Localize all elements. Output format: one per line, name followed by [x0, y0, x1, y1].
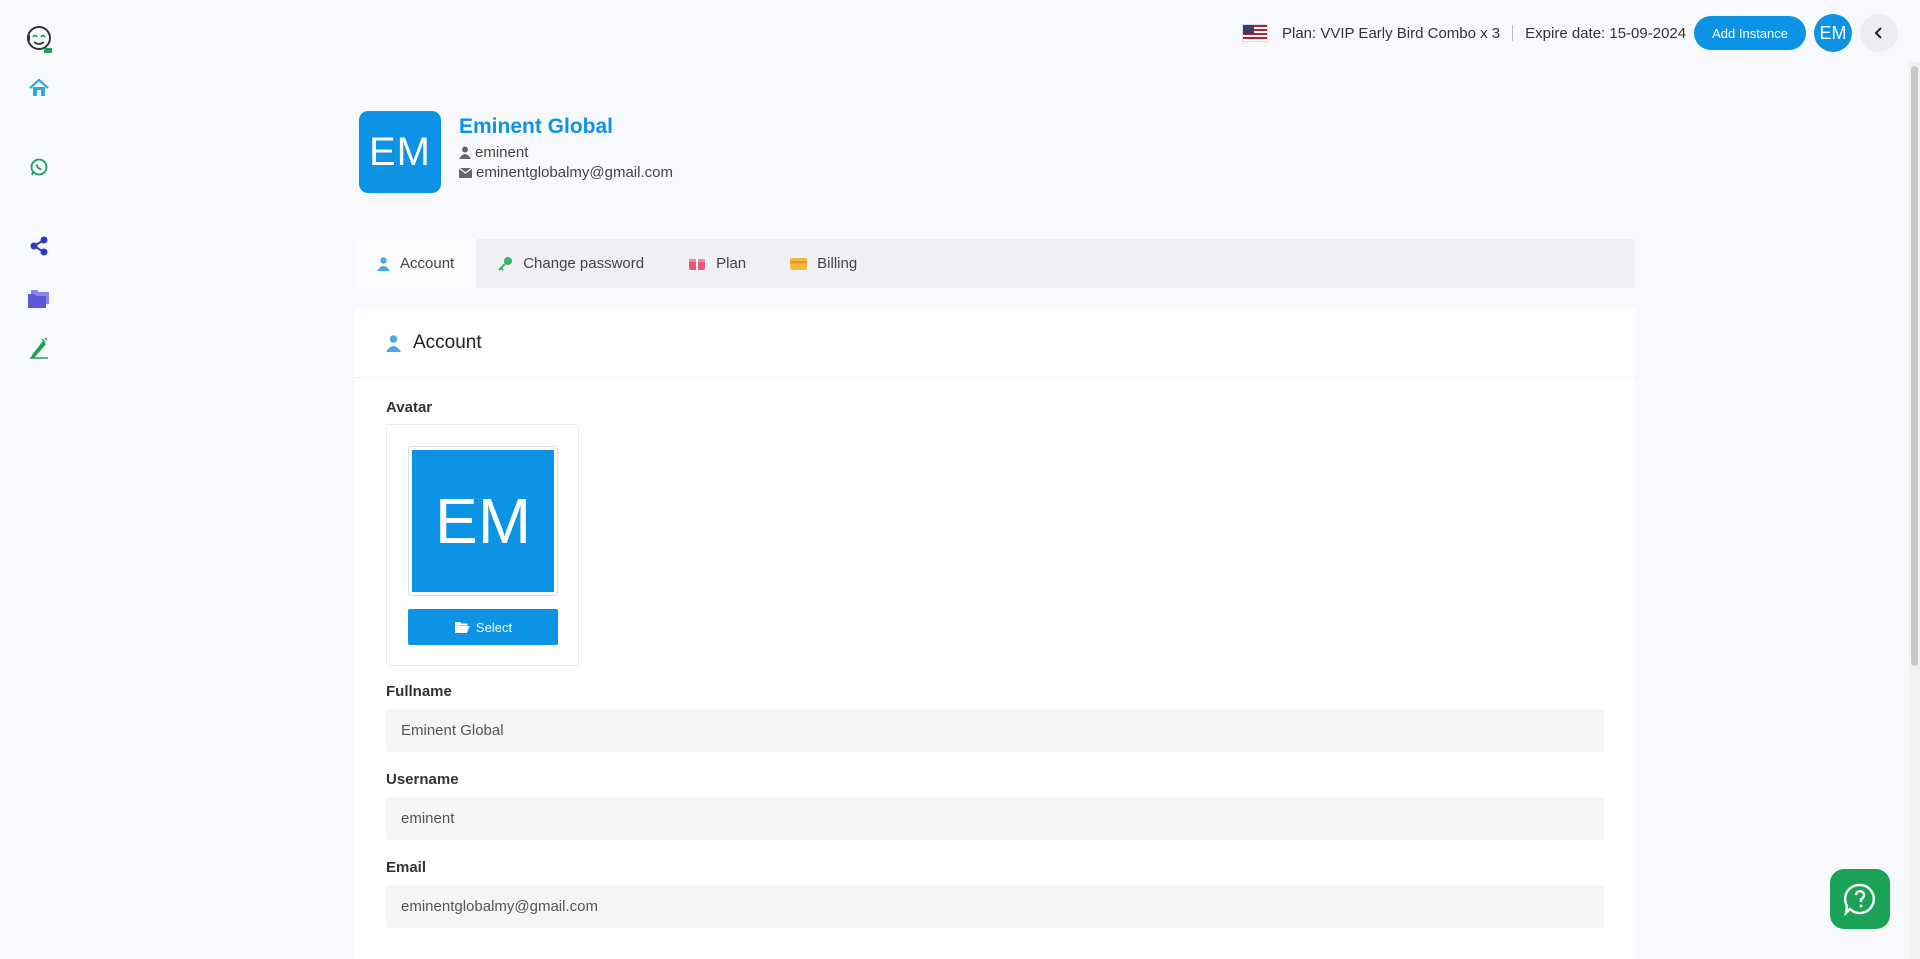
- us-flag-icon[interactable]: [1242, 24, 1268, 42]
- mail-icon: [459, 167, 472, 178]
- chevron-left-icon: [1874, 27, 1882, 39]
- chatbot-logo-icon[interactable]: [22, 22, 56, 56]
- tab-plan[interactable]: Plan: [666, 239, 768, 288]
- username-label: Username: [386, 771, 459, 788]
- profile-logo: EM: [359, 111, 441, 193]
- pencil-icon[interactable]: [22, 331, 56, 365]
- avatar-upload-box: EM Select: [386, 424, 579, 666]
- select-avatar-button[interactable]: Select: [408, 609, 558, 645]
- credit-card-icon: [790, 257, 808, 270]
- tab-change-password[interactable]: Change password: [476, 239, 666, 288]
- user-icon: [459, 146, 471, 159]
- fullname-field[interactable]: [386, 709, 1604, 752]
- top-bar: Plan: VVIP Early Bird Combo x 3 Expire d…: [1242, 14, 1898, 52]
- fullname-label: Fullname: [386, 683, 452, 700]
- add-instance-button[interactable]: Add Instance: [1694, 16, 1806, 50]
- plan-text: Plan: VVIP Early Bird Combo x 3: [1282, 24, 1501, 42]
- tab-label: Billing: [817, 255, 858, 272]
- sidebar: [0, 0, 78, 959]
- tab-billing[interactable]: Billing: [768, 239, 879, 288]
- folder-icon[interactable]: [22, 281, 56, 315]
- settings-tabs: Account Change password Plan Billing: [355, 239, 1635, 288]
- select-label: Select: [475, 619, 513, 635]
- home-icon[interactable]: [22, 71, 56, 105]
- tab-label: Change password: [523, 255, 645, 272]
- profile-username: eminent: [475, 144, 529, 161]
- profile-name: Eminent Global: [459, 115, 614, 138]
- divider: [1512, 25, 1514, 41]
- gift-icon: [689, 259, 706, 270]
- user-avatar[interactable]: EM: [1814, 14, 1852, 52]
- whatsapp-icon[interactable]: [22, 150, 56, 184]
- key-icon: [498, 257, 513, 271]
- avatar-label: Avatar: [386, 399, 433, 416]
- user-icon: [377, 256, 390, 271]
- tab-label: Account: [400, 255, 455, 272]
- email-field[interactable]: [386, 885, 1604, 928]
- profile-email: eminentglobalmy@gmail.com: [476, 164, 673, 181]
- profile-header: EM Eminent Global eminent eminentglobalm…: [359, 111, 673, 193]
- email-label: Email: [386, 859, 427, 876]
- username-field[interactable]: [386, 797, 1604, 840]
- tab-label: Plan: [716, 255, 747, 272]
- avatar-preview: EM: [408, 446, 558, 596]
- chat-support-button[interactable]: [1830, 869, 1890, 929]
- user-icon: [386, 334, 401, 352]
- card-title: Account: [413, 332, 482, 353]
- card-header: Account: [355, 309, 1635, 378]
- scrollbar-thumb[interactable]: [1911, 66, 1918, 666]
- tab-account[interactable]: Account: [355, 239, 477, 288]
- share-icon[interactable]: [22, 229, 56, 263]
- folder-open-icon: [454, 622, 470, 633]
- account-card: Account Avatar EM Select Fullname Userna…: [355, 309, 1635, 959]
- collapse-button[interactable]: [1860, 14, 1898, 52]
- avatar-image: EM: [412, 450, 554, 592]
- page-scrollbar[interactable]: [1909, 62, 1920, 959]
- chat-help-icon: [1843, 883, 1875, 916]
- expire-date-text: Expire date: 15-09-2024: [1525, 24, 1687, 42]
